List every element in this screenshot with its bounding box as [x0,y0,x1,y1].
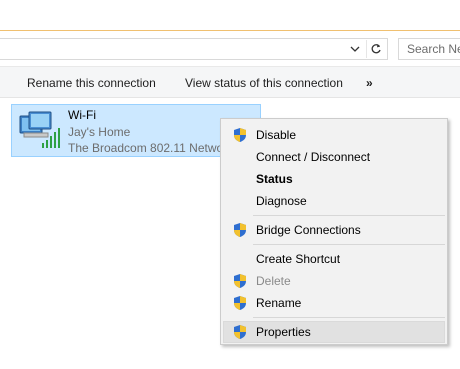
chevron-down-icon[interactable] [348,42,362,56]
uac-shield-icon [234,128,246,142]
menu-item-properties[interactable]: Properties [223,321,445,343]
uac-shield-icon [234,223,246,237]
context-menu: Disable Connect / Disconnect Status Diag… [220,118,448,345]
search-input[interactable]: Search Ne [398,38,460,60]
more-commands-button[interactable]: » [366,67,373,99]
menu-item-delete[interactable]: Delete [223,270,445,292]
menu-separator [253,215,445,216]
menu-item-bridge-connections[interactable]: Bridge Connections [223,219,445,241]
uac-shield-icon [234,296,246,310]
command-bar: Rename this connection View status of th… [0,66,460,98]
menu-item-label: Disable [256,128,297,142]
menu-item-label: Connect / Disconnect [256,150,371,164]
uac-shield-icon [234,325,246,339]
address-row: Search Ne [0,31,460,66]
menu-separator [253,317,445,318]
view-status-button[interactable]: View status of this connection [185,67,343,99]
menu-item-label: Create Shortcut [256,252,341,266]
menu-item-label: Bridge Connections [256,223,361,237]
menu-item-connect-disconnect[interactable]: Connect / Disconnect [223,146,445,168]
menu-item-label: Diagnose [256,194,307,208]
menu-item-diagnose[interactable]: Diagnose [223,190,445,212]
rename-connection-button[interactable]: Rename this connection [27,67,156,99]
menu-item-rename[interactable]: Rename [223,292,445,314]
menu-item-status[interactable]: Status [223,168,445,190]
menu-item-disable[interactable]: Disable [223,124,445,146]
address-bar[interactable] [0,38,388,60]
wifi-adapter-icon [19,111,60,148]
refresh-icon[interactable] [366,40,384,58]
network-name: Jay's Home [68,125,131,139]
uac-shield-icon [234,274,246,288]
menu-item-label: Status [256,172,293,186]
window-top-strip [0,0,460,31]
menu-separator [253,244,445,245]
menu-item-label: Delete [256,274,291,288]
menu-item-create-shortcut[interactable]: Create Shortcut [223,248,445,270]
connection-name: Wi-Fi [68,108,96,122]
menu-item-label: Properties [256,325,311,339]
menu-item-label: Rename [256,296,302,310]
